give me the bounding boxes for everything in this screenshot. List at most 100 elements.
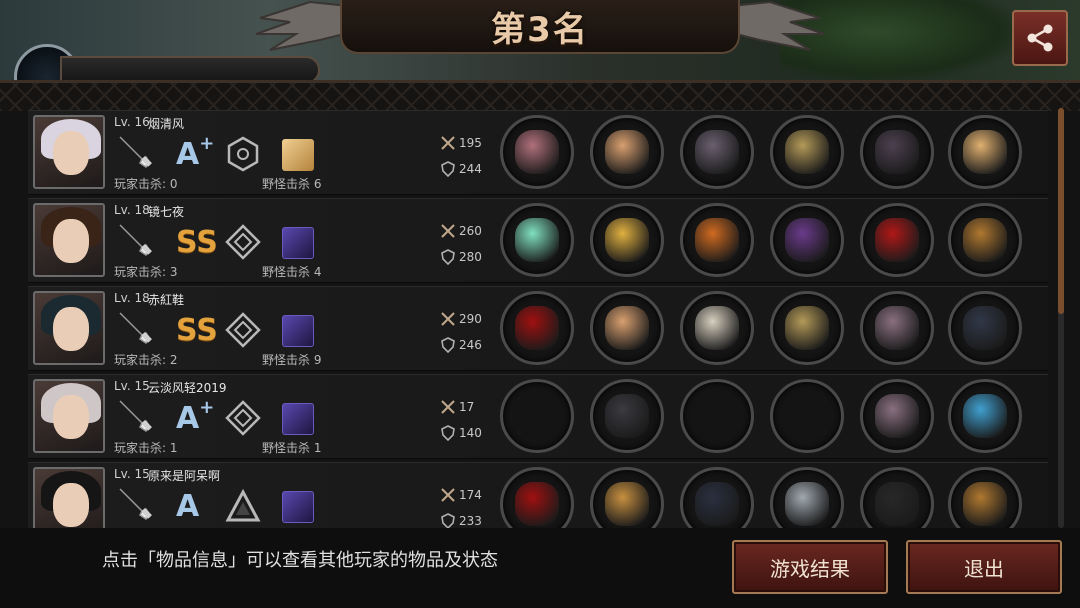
black-flag-icon <box>963 306 1007 350</box>
player-row[interactable]: Lv. 18 镜七夜 SS 玩家击杀: 3 野怪击杀 4 260 280 <box>28 198 1048 283</box>
grade-letter: SS <box>176 313 218 348</box>
equipment-slot[interactable] <box>500 115 574 189</box>
shield-icon <box>441 337 455 353</box>
shield-icon <box>441 513 455 529</box>
avatar-face <box>53 131 89 175</box>
grade-badge: A+ <box>176 135 214 175</box>
skill-icon[interactable] <box>282 491 314 523</box>
player-avatar[interactable] <box>33 115 105 189</box>
equipment-slot[interactable] <box>500 379 574 453</box>
equipment-slot[interactable] <box>680 115 754 189</box>
equipment-slot[interactable] <box>590 291 664 365</box>
monster-kills: 野怪击杀 4 <box>262 265 322 279</box>
defense-value: 244 <box>459 162 482 176</box>
grade-badge: A <box>176 487 199 527</box>
player-kills: 玩家击杀: 0 <box>114 177 178 191</box>
plate-armor-icon <box>695 130 739 174</box>
game-result-button[interactable]: 游戏结果 <box>732 540 888 594</box>
exit-button[interactable]: 退出 <box>906 540 1062 594</box>
equipment-slot[interactable] <box>860 203 934 277</box>
knife-icon <box>116 397 156 437</box>
player-row[interactable]: Lv. 16 烟清风 A+ 玩家击杀: 0 野怪击杀 6 195 244 <box>28 110 1048 195</box>
swords-icon <box>441 224 455 238</box>
grade-letter: A <box>176 401 200 436</box>
player-avatar[interactable] <box>33 203 105 277</box>
defense-value: 280 <box>459 250 482 264</box>
player-level: Lv. 18 <box>114 203 150 217</box>
rank-title: 第3名 <box>491 9 589 50</box>
equipment-slot[interactable] <box>860 291 934 365</box>
equipment-slot[interactable] <box>948 467 1022 530</box>
equipment-slot[interactable] <box>500 467 574 530</box>
grade-plus: + <box>199 397 215 418</box>
skill-icon[interactable] <box>282 315 314 347</box>
player-row[interactable]: Lv. 15 原来是阿呆啊 A 174 233 <box>28 462 1048 530</box>
knife-icon <box>116 309 156 349</box>
defense-stat: 280 <box>440 249 482 265</box>
attack-value: 195 <box>459 136 482 150</box>
royal-crown-icon <box>605 218 649 262</box>
skill-icon[interactable] <box>282 139 314 171</box>
grade-badge: A+ <box>176 399 214 439</box>
red-ribbon-blade-icon <box>515 306 559 350</box>
equipment-slot[interactable] <box>770 203 844 277</box>
player-list-scrollbar[interactable] <box>1058 108 1064 528</box>
equipment-slot[interactable] <box>770 115 844 189</box>
equipment-slot[interactable] <box>590 379 664 453</box>
equipment-slot[interactable] <box>860 115 934 189</box>
attack-value: 174 <box>459 488 482 502</box>
player-kills: 玩家击杀: 2 <box>114 353 178 367</box>
equipment-slot[interactable] <box>500 291 574 365</box>
defense-value: 246 <box>459 338 482 352</box>
equipment-slot[interactable] <box>770 291 844 365</box>
black-boots-icon <box>875 482 919 526</box>
player-avatar[interactable] <box>33 291 105 365</box>
winged-circlet-icon <box>605 130 649 174</box>
diamond-rank-icon <box>224 399 262 437</box>
equipment-slot[interactable] <box>590 203 664 277</box>
player-list[interactable]: Lv. 16 烟清风 A+ 玩家击杀: 0 野怪击杀 6 195 244 Lv. 18 镜七夜 S… <box>28 110 1050 530</box>
equipment-slot[interactable] <box>680 379 754 453</box>
attack-value: 17 <box>459 400 475 414</box>
equipment-slot[interactable] <box>590 115 664 189</box>
dark-armor-icon <box>695 482 739 526</box>
triangle-rank-icon <box>224 487 262 525</box>
player-row[interactable]: Lv. 18 赤紅鞋 SS 玩家击杀: 2 野怪击杀 9 290 246 <box>28 286 1048 371</box>
equipment-slot[interactable] <box>948 203 1022 277</box>
thorn-bracelet-icon <box>785 306 829 350</box>
equipment-slot[interactable] <box>500 203 574 277</box>
swords-icon <box>441 136 455 150</box>
defense-stat: 244 <box>440 161 482 177</box>
violet-gauntlet-icon <box>785 218 829 262</box>
equipment-slot[interactable] <box>948 379 1022 453</box>
attack-stat: 17 <box>440 399 474 415</box>
share-button[interactable] <box>1012 10 1068 66</box>
equipment-slot[interactable] <box>770 379 844 453</box>
scroll-thumb[interactable] <box>1058 108 1064 314</box>
attack-stat: 290 <box>440 311 482 327</box>
player-kills: 玩家击杀: 1 <box>114 441 178 455</box>
lattice-border <box>0 83 1080 111</box>
equipment-slot[interactable] <box>948 115 1022 189</box>
avatar-face <box>53 483 89 527</box>
equipment-slot[interactable] <box>860 467 934 530</box>
avatar-face <box>53 219 89 263</box>
player-row[interactable]: Lv. 15 云淡风轻2019 A+ 玩家击杀: 1 野怪击杀 1 17 140 <box>28 374 1048 459</box>
player-name: 烟清风 <box>148 117 185 131</box>
skill-icon[interactable] <box>282 227 314 259</box>
player-avatar[interactable] <box>33 467 105 530</box>
skill-icon[interactable] <box>282 403 314 435</box>
twin-lightsabers-icon <box>515 218 559 262</box>
equipment-slot[interactable] <box>590 467 664 530</box>
equipment-slot[interactable] <box>680 467 754 530</box>
red-ribbon-blade-icon <box>515 482 559 526</box>
equipment-slot[interactable] <box>680 203 754 277</box>
monster-kills: 野怪击杀 6 <box>262 177 322 191</box>
equipment-slot[interactable] <box>860 379 934 453</box>
attack-stat: 174 <box>440 487 482 503</box>
knife-icon <box>116 133 156 173</box>
equipment-slot[interactable] <box>680 291 754 365</box>
player-avatar[interactable] <box>33 379 105 453</box>
equipment-slot[interactable] <box>770 467 844 530</box>
equipment-slot[interactable] <box>948 291 1022 365</box>
